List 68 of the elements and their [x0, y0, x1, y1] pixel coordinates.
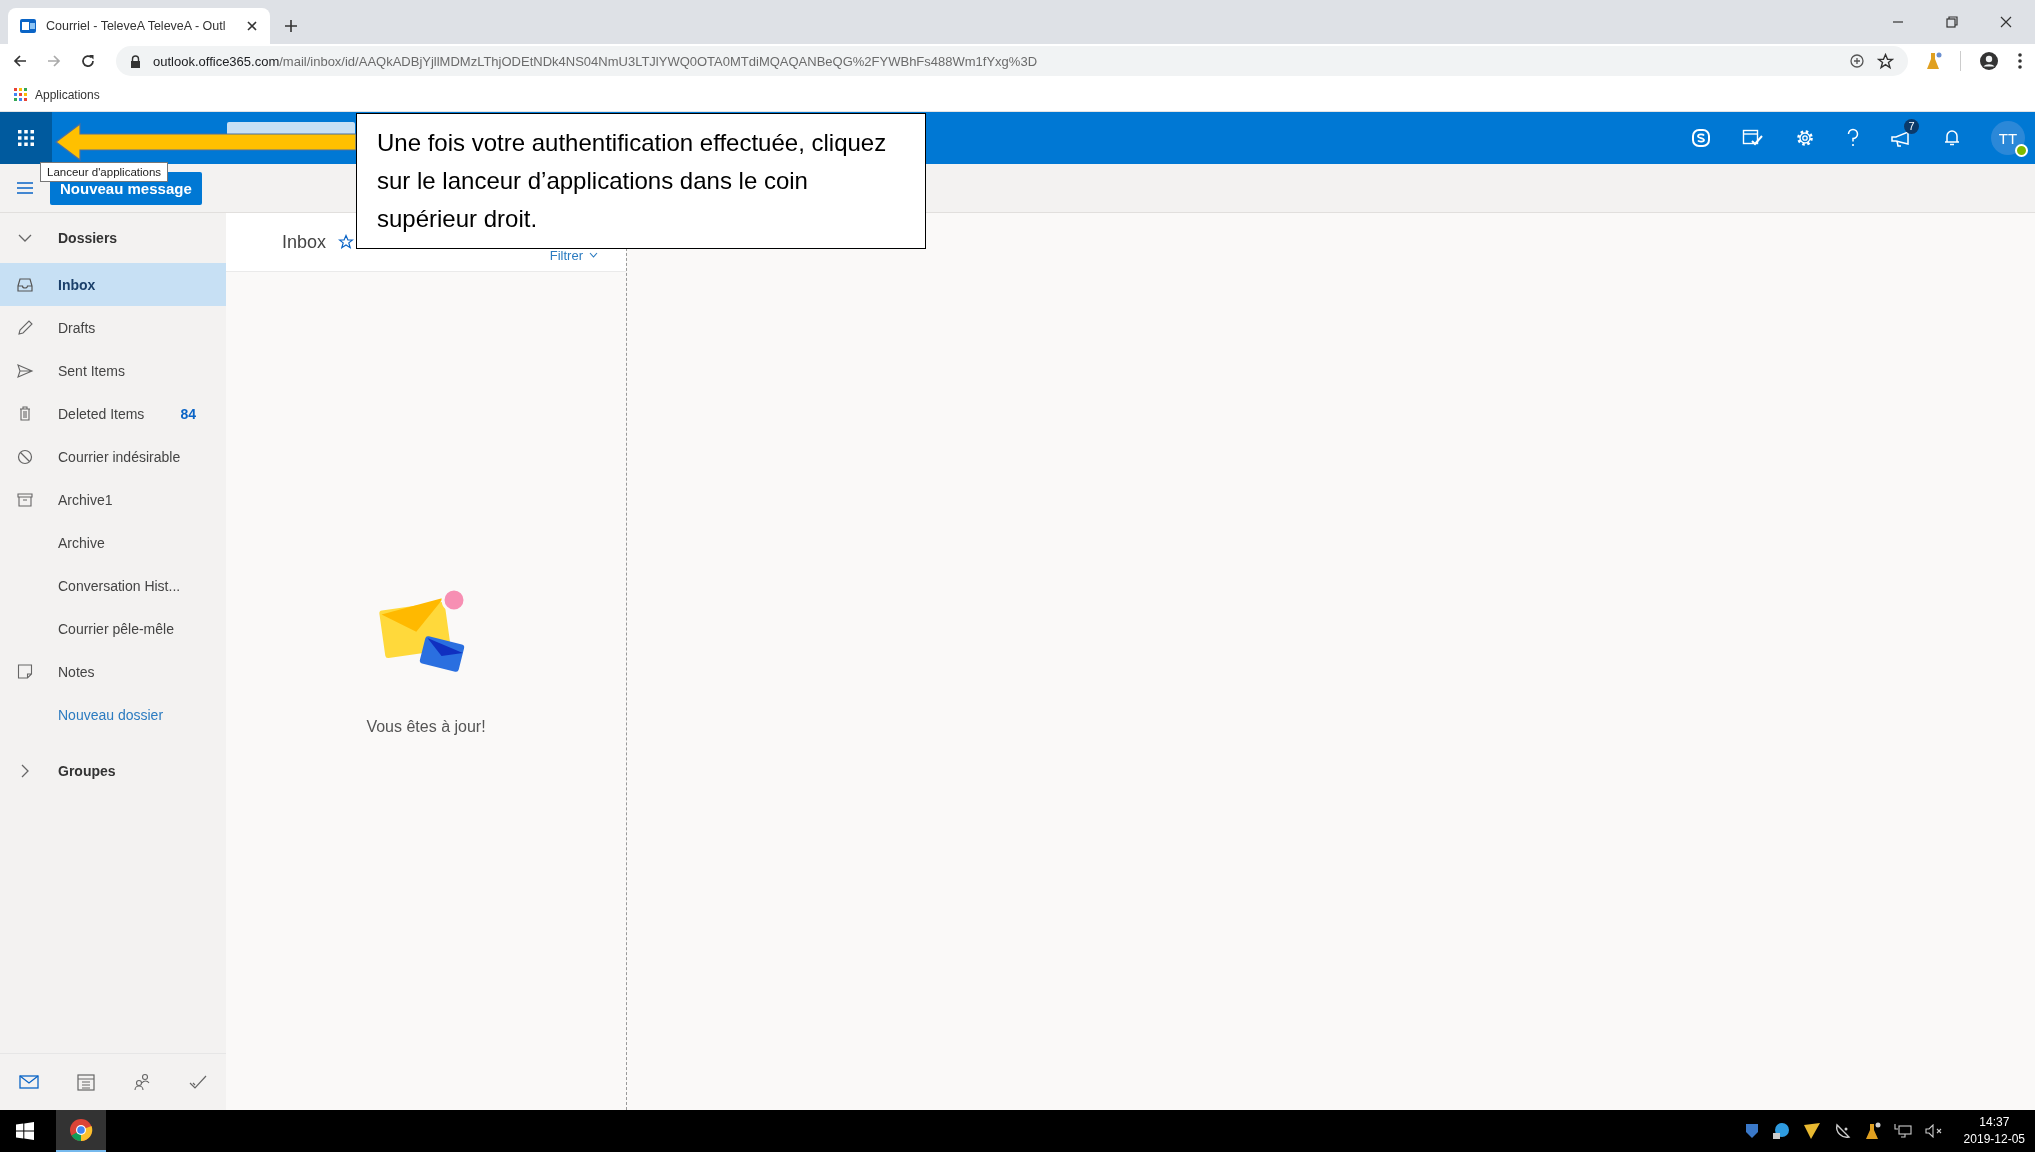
folder-item[interactable]: Conversation Hist...	[0, 564, 226, 607]
folder-item[interactable]: Sent Items	[0, 349, 226, 392]
help-icon[interactable]	[1846, 128, 1860, 148]
clock[interactable]: 14:37 2019-12-05	[1963, 1114, 2025, 1148]
notification-count: 7	[1904, 119, 1919, 134]
tab-title: Courriel - TeleveA TeleveA - Outl	[46, 19, 227, 33]
address-bar[interactable]: outlook.office365.com/mail/inbox/id/AAQkADBjYjllMDMzLThjODEtNDk4NS04NmU3LTJlYWQ0OTA0MTdiMQAQANBeQG%2FYWBhFs488Wm1fYxg%3D	[116, 46, 1908, 76]
settings-icon[interactable]	[1795, 128, 1815, 148]
browser-icon	[69, 1118, 93, 1142]
user-avatar[interactable]: TT	[1991, 121, 2025, 155]
calendar-check-icon[interactable]	[1742, 128, 1764, 148]
network-icon[interactable]	[1893, 1123, 1912, 1139]
folder-item[interactable]: Deleted Items 84	[0, 392, 226, 435]
skype-icon[interactable]	[1691, 128, 1711, 148]
inbox-tray-icon	[16, 277, 34, 292]
url-text: outlook.office365.com/mail/inbox/id/AAQkADBjYjllMDMzLThjODEtNDk4NS04NmU3LTJlYWQ0OTA0MTdiMQAQANBeQG%2FYWBhFs488Wm1fYxg%3D	[153, 53, 1038, 69]
shield-icon[interactable]	[1744, 1123, 1759, 1139]
new-folder-link[interactable]: Nouveau dossier	[58, 706, 164, 723]
bell-icon[interactable]	[1944, 128, 1960, 148]
folder-item[interactable]: Notes	[0, 650, 226, 693]
archive-box-icon	[16, 492, 34, 507]
calendar-icon[interactable]	[77, 1073, 95, 1091]
close-icon[interactable]	[1999, 15, 2013, 29]
folder-item[interactable]: Archive1	[0, 478, 226, 521]
note-icon	[16, 664, 34, 679]
satellite-dish-icon[interactable]	[1833, 1122, 1852, 1140]
taskbar-app-button[interactable]	[56, 1110, 106, 1152]
pencil-icon	[16, 319, 34, 336]
mail-icon[interactable]	[19, 1075, 39, 1089]
lock-icon	[130, 54, 141, 68]
reload-icon[interactable]	[80, 53, 96, 69]
folder-item[interactable]: Drafts	[0, 306, 226, 349]
apps-grid-icon	[14, 88, 27, 101]
star-icon[interactable]	[1877, 52, 1894, 70]
browser-tab[interactable]: Courriel - TeleveA TeleveA - Outl	[8, 8, 270, 44]
folder-title: Inbox	[282, 231, 327, 253]
account-icon[interactable]	[1979, 51, 1999, 71]
checkmark-icon[interactable]	[189, 1074, 207, 1090]
status-dot-icon	[2015, 144, 2028, 157]
more-menu-icon[interactable]	[2017, 52, 2023, 70]
folder-item[interactable]: Courrier indésirable	[0, 435, 226, 478]
people-icon[interactable]	[133, 1073, 151, 1091]
add-circle-icon[interactable]	[1849, 53, 1865, 69]
folder-item[interactable]: Archive	[0, 521, 226, 564]
blocked-icon	[16, 448, 34, 465]
folder-item[interactable]: Courrier pêle-mêle	[0, 607, 226, 650]
chevron-down-icon	[589, 252, 598, 258]
send-icon	[16, 363, 34, 378]
app-launcher-button[interactable]	[0, 112, 52, 164]
unread-count: 84	[180, 405, 196, 422]
star-icon[interactable]	[338, 234, 355, 250]
mail-app-icon	[20, 18, 36, 34]
folder-item[interactable]: Inbox	[0, 263, 226, 306]
filter-dropdown[interactable]: Filtrer	[549, 247, 598, 263]
back-arrow-icon[interactable]	[12, 53, 28, 69]
bookmark-link[interactable]: Applications	[14, 87, 100, 102]
tooltip: Lanceur d'applications	[40, 162, 169, 182]
waffle-icon	[17, 129, 35, 147]
new-tab-icon[interactable]	[284, 19, 298, 33]
folders-header[interactable]: Dossiers	[0, 213, 226, 263]
menu-icon[interactable]	[16, 181, 34, 195]
groups-header[interactable]: Groupes	[0, 746, 226, 796]
restore-icon[interactable]	[1945, 15, 1959, 29]
empty-state-message: Vous êtes à jour!	[366, 718, 486, 736]
close-icon[interactable]	[246, 20, 258, 32]
windows-start-icon[interactable]	[16, 1122, 34, 1140]
flask-icon[interactable]	[1864, 1122, 1881, 1140]
instruction-callout: Une fois votre authentification effectuée, cliquez sur le lanceur d’applications dans le coin supérieur droit.	[356, 113, 926, 249]
